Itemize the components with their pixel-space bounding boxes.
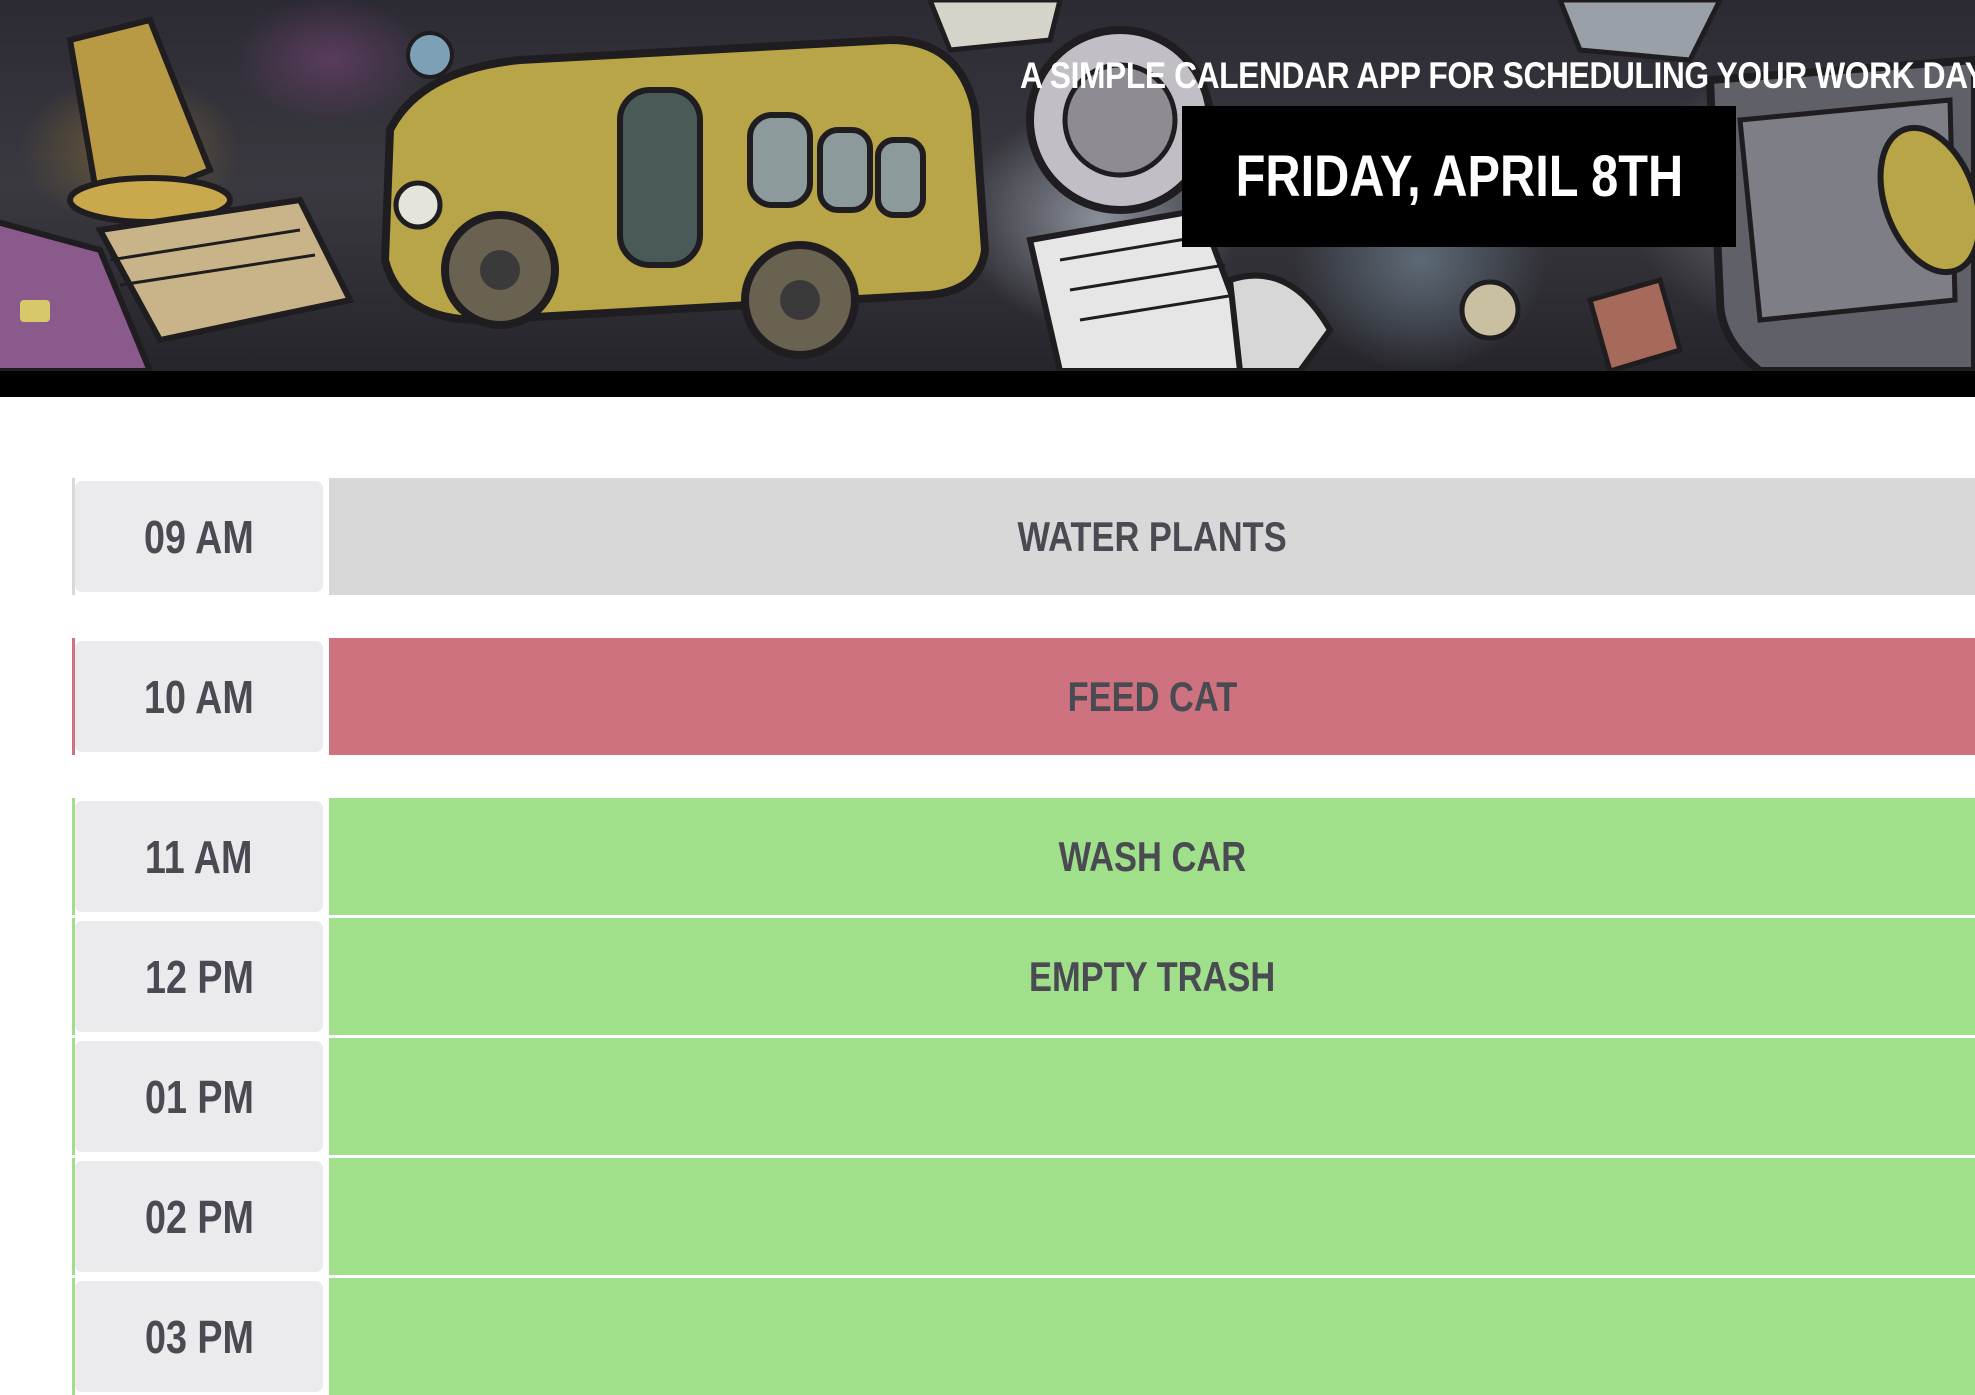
hour-label: 11 AM — [72, 798, 326, 915]
row-state-edge — [72, 638, 75, 755]
task-input[interactable]: Wash car — [326, 798, 1975, 915]
row-state-edge — [72, 478, 75, 595]
time-block-row: 03 PM — [72, 1278, 1975, 1395]
hour-label: 12 PM — [72, 918, 326, 1035]
time-block-row: 09 AM Water plants — [72, 478, 1975, 595]
task-input[interactable] — [326, 1158, 1975, 1275]
hour-label: 10 AM — [72, 638, 326, 755]
row-state-edge — [72, 1158, 75, 1275]
time-block-row: 11 AM Wash car — [72, 798, 1975, 915]
row-state-edge — [72, 1038, 75, 1155]
task-input[interactable]: Empty trash — [326, 918, 1975, 1035]
task-input[interactable] — [326, 1278, 1975, 1395]
time-block-row: 12 PM Empty trash — [72, 918, 1975, 1035]
time-block-row: 02 PM — [72, 1158, 1975, 1275]
current-date: Friday, April 8th — [1235, 144, 1683, 209]
header-divider — [0, 371, 1975, 397]
hour-label: 09 AM — [72, 478, 326, 595]
time-block-row: 01 PM — [72, 1038, 1975, 1155]
hour-label: 02 PM — [72, 1158, 326, 1275]
hour-label: 03 PM — [72, 1278, 326, 1395]
task-input[interactable] — [326, 1038, 1975, 1155]
header-banner: A simple calendar app for scheduling you… — [0, 0, 1975, 371]
app-tagline: A simple calendar app for scheduling you… — [1020, 55, 1975, 96]
hour-label: 01 PM — [72, 1038, 326, 1155]
current-date-box: Friday, April 8th — [1182, 106, 1736, 247]
row-state-edge — [72, 798, 75, 915]
task-input[interactable]: Feed cat — [326, 638, 1975, 755]
task-input[interactable]: Water plants — [326, 478, 1975, 595]
time-block-row: 10 AM Feed cat — [72, 638, 1975, 755]
row-state-edge — [72, 918, 75, 1035]
row-state-edge — [72, 1278, 75, 1395]
